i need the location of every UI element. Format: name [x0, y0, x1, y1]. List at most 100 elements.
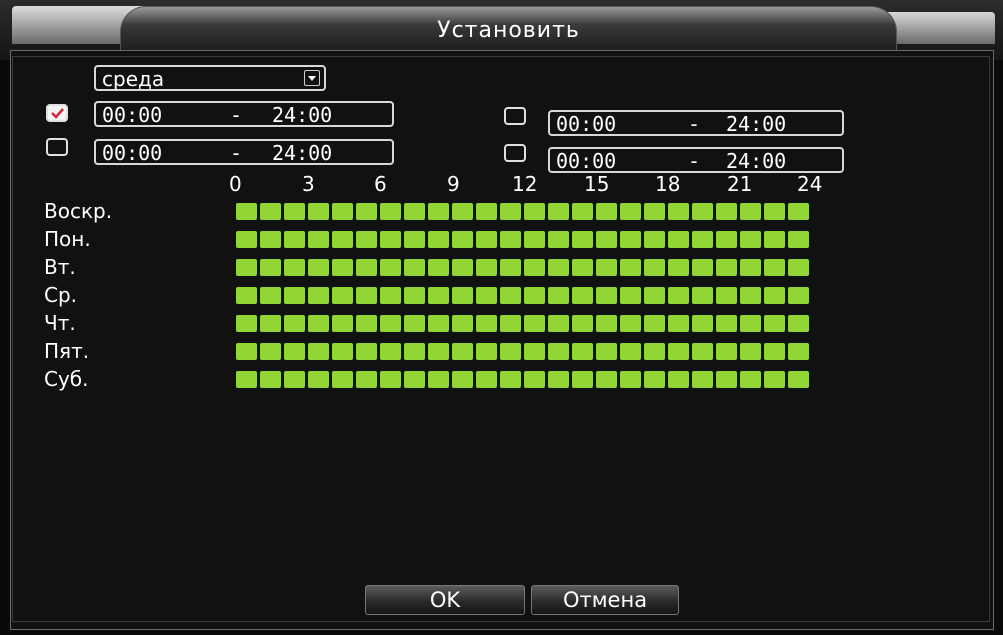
schedule-cell[interactable]	[260, 315, 281, 332]
schedule-cell[interactable]	[500, 287, 521, 304]
schedule-cell[interactable]	[764, 371, 785, 388]
schedule-cell[interactable]	[284, 315, 305, 332]
schedule-cell[interactable]	[692, 315, 713, 332]
schedule-cell[interactable]	[548, 343, 569, 360]
schedule-cell[interactable]	[644, 259, 665, 276]
schedule-cell[interactable]	[644, 203, 665, 220]
schedule-cell[interactable]	[404, 203, 425, 220]
schedule-cell[interactable]	[524, 343, 545, 360]
schedule-cell[interactable]	[572, 315, 593, 332]
schedule-cell[interactable]	[284, 203, 305, 220]
schedule-cell[interactable]	[668, 231, 689, 248]
schedule-cell[interactable]	[572, 287, 593, 304]
schedule-cell[interactable]	[644, 371, 665, 388]
schedule-cell[interactable]	[404, 287, 425, 304]
schedule-cell[interactable]	[452, 231, 473, 248]
chevron-down-icon[interactable]	[304, 70, 320, 86]
schedule-cell[interactable]	[428, 315, 449, 332]
schedule-cell[interactable]	[572, 203, 593, 220]
schedule-cell[interactable]	[332, 371, 353, 388]
cancel-button[interactable]: Отмена	[531, 585, 679, 615]
schedule-cell[interactable]	[692, 203, 713, 220]
schedule-cell[interactable]	[572, 343, 593, 360]
period-1-checkbox[interactable]	[46, 104, 68, 122]
schedule-cell[interactable]	[500, 259, 521, 276]
period-3-end-time[interactable]: 24:00	[726, 112, 786, 136]
schedule-cell[interactable]	[524, 231, 545, 248]
schedule-cell[interactable]	[788, 203, 809, 220]
schedule-cell[interactable]	[332, 259, 353, 276]
schedule-cell[interactable]	[356, 371, 377, 388]
schedule-cell[interactable]	[716, 315, 737, 332]
schedule-cell[interactable]	[500, 371, 521, 388]
schedule-cell[interactable]	[428, 203, 449, 220]
schedule-cell[interactable]	[236, 287, 257, 304]
schedule-cell[interactable]	[308, 371, 329, 388]
schedule-cell[interactable]	[716, 231, 737, 248]
schedule-cell[interactable]	[524, 315, 545, 332]
schedule-cell[interactable]	[764, 343, 785, 360]
schedule-cell[interactable]	[284, 343, 305, 360]
schedule-cell[interactable]	[452, 287, 473, 304]
schedule-cell[interactable]	[332, 203, 353, 220]
schedule-cell[interactable]	[284, 259, 305, 276]
schedule-cell[interactable]	[596, 343, 617, 360]
period-4-end-time[interactable]: 24:00	[726, 149, 786, 173]
schedule-cell[interactable]	[740, 343, 761, 360]
schedule-cell[interactable]	[260, 343, 281, 360]
schedule-cell[interactable]	[428, 287, 449, 304]
schedule-cell[interactable]	[644, 343, 665, 360]
schedule-cell[interactable]	[788, 371, 809, 388]
schedule-cell[interactable]	[500, 203, 521, 220]
period-1-start-time[interactable]: 00:00	[102, 103, 162, 127]
schedule-cell[interactable]	[572, 371, 593, 388]
schedule-cell[interactable]	[236, 315, 257, 332]
schedule-cell[interactable]	[620, 343, 641, 360]
schedule-cell[interactable]	[716, 203, 737, 220]
schedule-cell[interactable]	[524, 203, 545, 220]
period-2-start-time[interactable]: 00:00	[102, 141, 162, 165]
schedule-cell[interactable]	[452, 259, 473, 276]
schedule-cell[interactable]	[308, 315, 329, 332]
period-1-time-range[interactable]: 00:00 - 24:00	[94, 101, 394, 127]
schedule-cell[interactable]	[620, 203, 641, 220]
period-4-checkbox[interactable]	[504, 144, 526, 162]
schedule-cell[interactable]	[548, 259, 569, 276]
schedule-cell[interactable]	[452, 203, 473, 220]
period-1-end-time[interactable]: 24:00	[272, 103, 332, 127]
schedule-cell[interactable]	[692, 287, 713, 304]
schedule-cell[interactable]	[716, 371, 737, 388]
schedule-cell[interactable]	[572, 259, 593, 276]
schedule-cell[interactable]	[284, 231, 305, 248]
schedule-cell[interactable]	[548, 231, 569, 248]
period-2-time-range[interactable]: 00:00 - 24:00	[94, 139, 394, 165]
schedule-cell[interactable]	[404, 259, 425, 276]
schedule-cell[interactable]	[620, 231, 641, 248]
schedule-cell[interactable]	[644, 315, 665, 332]
schedule-cell[interactable]	[452, 315, 473, 332]
schedule-cell[interactable]	[596, 259, 617, 276]
period-4-time-range[interactable]: 00:00 - 24:00	[548, 147, 844, 173]
ok-button[interactable]: OK	[365, 585, 525, 615]
period-3-start-time[interactable]: 00:00	[556, 112, 616, 136]
schedule-cell[interactable]	[668, 259, 689, 276]
schedule-cell[interactable]	[716, 343, 737, 360]
schedule-cell[interactable]	[740, 287, 761, 304]
schedule-cell[interactable]	[404, 231, 425, 248]
schedule-cell[interactable]	[260, 287, 281, 304]
schedule-cell[interactable]	[332, 287, 353, 304]
schedule-cell[interactable]	[308, 287, 329, 304]
schedule-cell[interactable]	[428, 231, 449, 248]
schedule-cell[interactable]	[524, 259, 545, 276]
schedule-cell[interactable]	[356, 231, 377, 248]
schedule-cell[interactable]	[548, 287, 569, 304]
schedule-cell[interactable]	[356, 203, 377, 220]
schedule-cell[interactable]	[596, 287, 617, 304]
schedule-cell[interactable]	[260, 203, 281, 220]
schedule-cell[interactable]	[692, 343, 713, 360]
schedule-cell[interactable]	[452, 371, 473, 388]
period-2-checkbox[interactable]	[46, 138, 68, 156]
schedule-cell[interactable]	[260, 259, 281, 276]
day-select[interactable]: среда	[94, 65, 326, 91]
schedule-cell[interactable]	[428, 371, 449, 388]
